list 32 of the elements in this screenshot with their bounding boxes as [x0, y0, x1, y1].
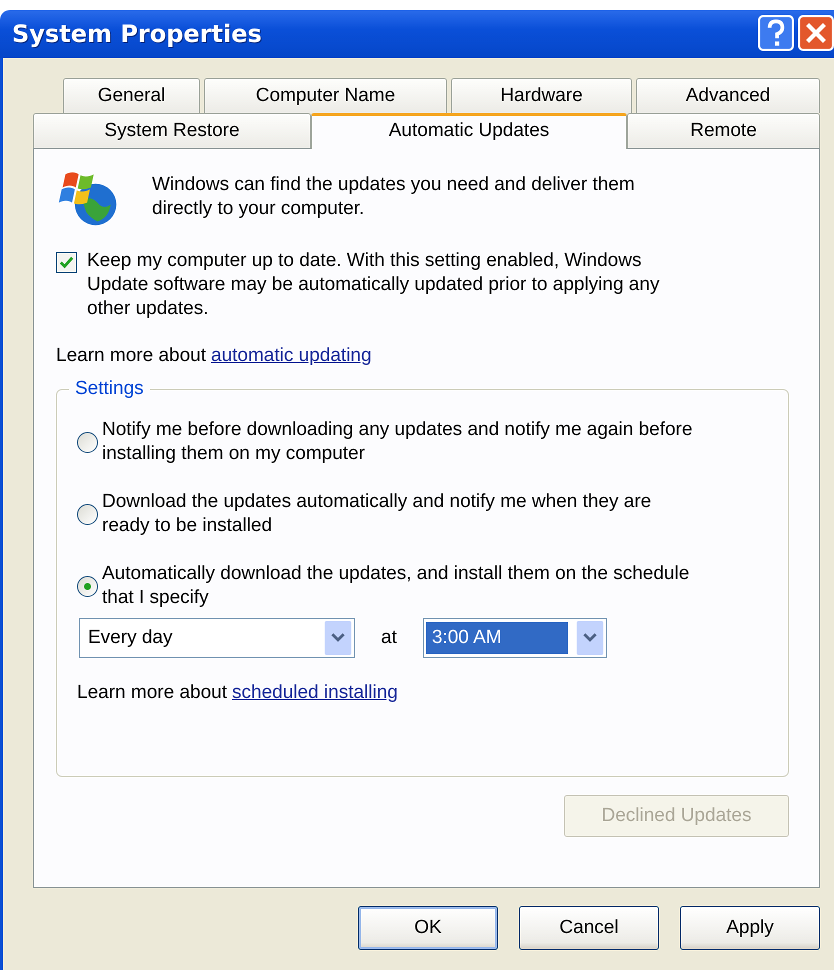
- radio-button[interactable]: [77, 576, 98, 597]
- help-icon[interactable]: [758, 15, 794, 51]
- checkbox[interactable]: [56, 252, 77, 273]
- learn-more-text: Learn more about: [77, 682, 227, 704]
- tab[interactable]: System Restore: [33, 113, 311, 148]
- checkbox-label: Keep my computer up to date. With this setting enabled, Windows Update software may be automatically updated prior to applying any other updates.: [87, 249, 660, 321]
- dialog-button[interactable]: Cancel: [519, 906, 659, 950]
- window-title: System Properties: [12, 20, 262, 48]
- close-icon[interactable]: [798, 15, 834, 51]
- tab[interactable]: General: [63, 78, 200, 113]
- automatic-updating-link[interactable]: automatic updating: [211, 345, 372, 367]
- time-dropdown[interactable]: 3:00 AM: [422, 618, 607, 658]
- tab[interactable]: Computer Name: [204, 78, 447, 113]
- radio-label: Automatically download the updates, and install them on the schedule that I specify: [102, 562, 690, 610]
- radio-label: Notify me before downloading any updates and notify me again before installing them on my computer: [102, 418, 694, 466]
- learn-more-text: Learn more about: [56, 345, 206, 367]
- tab[interactable]: Remote: [627, 113, 820, 148]
- caret-icon: [324, 621, 352, 655]
- radio-label: Download the updates automatically and notify me when they are ready to be installed: [102, 490, 652, 538]
- radio-button[interactable]: [77, 432, 98, 453]
- dialog-button[interactable]: OK: [358, 906, 498, 950]
- caret-icon: [576, 621, 604, 655]
- radio-button[interactable]: [77, 504, 98, 525]
- group-legend: Settings: [69, 378, 150, 400]
- tab[interactable]: Automatic Updates: [311, 113, 627, 149]
- dialog-button[interactable]: Apply: [680, 906, 820, 950]
- scheduled-installing-link[interactable]: scheduled installing: [232, 682, 398, 704]
- tab[interactable]: Advanced: [636, 78, 820, 113]
- at-label: at: [380, 627, 398, 649]
- day-dropdown[interactable]: Every day: [79, 618, 355, 658]
- intro-text: Windows can find the updates you need and deliver them directly to your computer.: [152, 173, 636, 221]
- tab[interactable]: Hardware: [451, 78, 632, 113]
